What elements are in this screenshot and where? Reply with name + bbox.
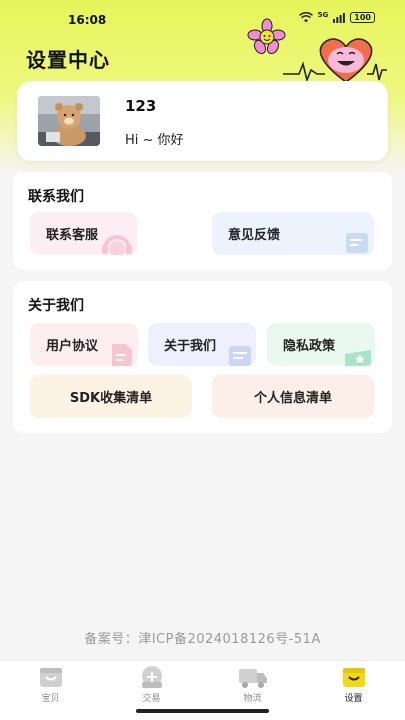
- decorative-heart-illustration: [247, 18, 387, 83]
- tab-exchange[interactable]: 交易: [101, 665, 202, 704]
- icp-record-text: 备案号：津ICP备2024018126号-51A: [84, 632, 321, 647]
- personal-info-list-label: 个人信息清单: [253, 391, 332, 406]
- tab-exchange-label: 交易: [142, 694, 161, 704]
- tab-logistics-label: 物流: [243, 694, 262, 704]
- settings-bag-icon: [342, 668, 365, 687]
- tab-settings[interactable]: 设置: [303, 665, 404, 704]
- sdk-list-label: SDK收集清单: [69, 391, 153, 406]
- document-icon: [112, 344, 132, 366]
- user-agreement-button[interactable]: 用户协议: [30, 323, 138, 366]
- status-time: 16:08: [68, 13, 107, 27]
- username: 123: [125, 97, 157, 115]
- avatar-bear-image: [38, 96, 100, 146]
- tab-logistics[interactable]: 物流: [202, 665, 303, 704]
- tab-treasure[interactable]: 宝贝: [0, 665, 101, 704]
- sdk-list-button[interactable]: SDK收集清单: [30, 375, 192, 418]
- about-us-label: 关于我们: [164, 339, 217, 354]
- home-indicator: [136, 709, 269, 713]
- user-agreement-label: 用户协议: [46, 339, 99, 354]
- profile-card[interactable]: 123 Hi ~ 你好: [17, 81, 388, 161]
- info-doc-icon: [229, 346, 251, 366]
- contact-section-title: 联系我们: [28, 189, 84, 205]
- about-section: 关于我们 用户协议 关于我们 隐私政策 SDK收集清单 个人信息清单: [13, 281, 392, 433]
- page-title: 设置中心: [26, 48, 110, 72]
- exchange-icon: [141, 666, 162, 688]
- personal-info-list-button[interactable]: 个人信息清单: [212, 375, 374, 418]
- about-us-button[interactable]: 关于我们: [148, 323, 256, 366]
- tab-treasure-label: 宝贝: [41, 694, 60, 704]
- about-section-title: 关于我们: [28, 298, 84, 314]
- truck-icon: [238, 669, 267, 688]
- tab-settings-label: 设置: [344, 694, 363, 704]
- feedback-icon: [346, 233, 368, 253]
- flower-icon: [247, 18, 286, 55]
- contact-service-label: 联系客服: [46, 228, 99, 243]
- contact-section: 联系我们 联系客服 意见反馈: [13, 172, 392, 270]
- feedback-button[interactable]: 意见反馈: [212, 212, 374, 255]
- headset-icon: [102, 235, 132, 255]
- heart-face-icon: [319, 38, 373, 83]
- avatar[interactable]: [38, 96, 100, 146]
- privacy-policy-button[interactable]: 隐私政策: [267, 323, 375, 366]
- treasure-icon: [39, 668, 62, 687]
- star-card-icon: [345, 350, 371, 366]
- contact-service-button[interactable]: 联系客服: [30, 212, 137, 255]
- feedback-label: 意见反馈: [228, 228, 281, 243]
- greeting-text: Hi ~ 你好: [125, 133, 184, 148]
- privacy-policy-label: 隐私政策: [283, 339, 336, 354]
